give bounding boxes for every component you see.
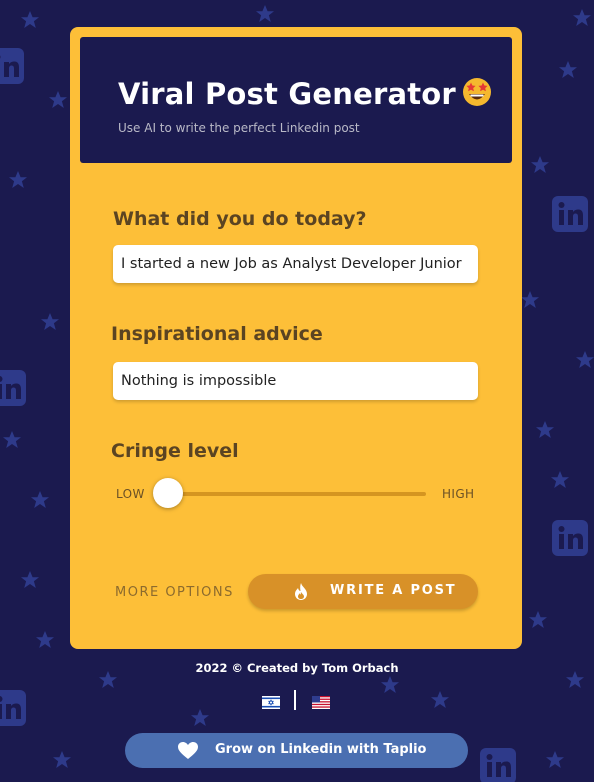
taplio-button[interactable]: Grow on Linkedin with Taplio [125,733,468,768]
israel-flag-icon[interactable] [262,694,280,713]
cringe-label: Cringe level [111,440,239,462]
advice-label: Inspirational advice [111,323,323,345]
fire-icon [292,582,310,605]
write-post-button[interactable]: WRITE A POST [248,574,478,609]
header-banner: Viral Post Generator Use AI to write the… [80,37,512,163]
page-title-text: Viral Post Generator [118,77,456,111]
advice-input[interactable]: Nothing is impossible [113,362,478,400]
cringe-slider-track[interactable] [168,492,426,496]
cringe-low-label: LOW [116,487,145,501]
generator-card: Viral Post Generator Use AI to write the… [70,27,522,649]
page-title: Viral Post Generator [118,77,492,114]
language-switcher [260,690,340,712]
flag-separator [294,690,296,710]
more-options-link[interactable]: MORE OPTIONS [115,585,234,600]
footer-credit: 2022 © Created by Tom Orbach [195,661,399,675]
heart-icon [177,741,199,764]
taplio-label: Grow on Linkedin with Taplio [215,742,427,757]
star-struck-emoji-icon [462,77,492,114]
cringe-high-label: HIGH [442,487,475,501]
page-subtitle: Use AI to write the perfect Linkedin pos… [118,121,360,135]
cringe-slider-thumb[interactable] [153,478,183,508]
today-input[interactable]: I started a new Job as Analyst Developer… [113,245,478,283]
write-post-label: WRITE A POST [330,583,457,598]
us-flag-icon[interactable] [312,694,330,713]
today-label: What did you do today? [113,208,367,230]
